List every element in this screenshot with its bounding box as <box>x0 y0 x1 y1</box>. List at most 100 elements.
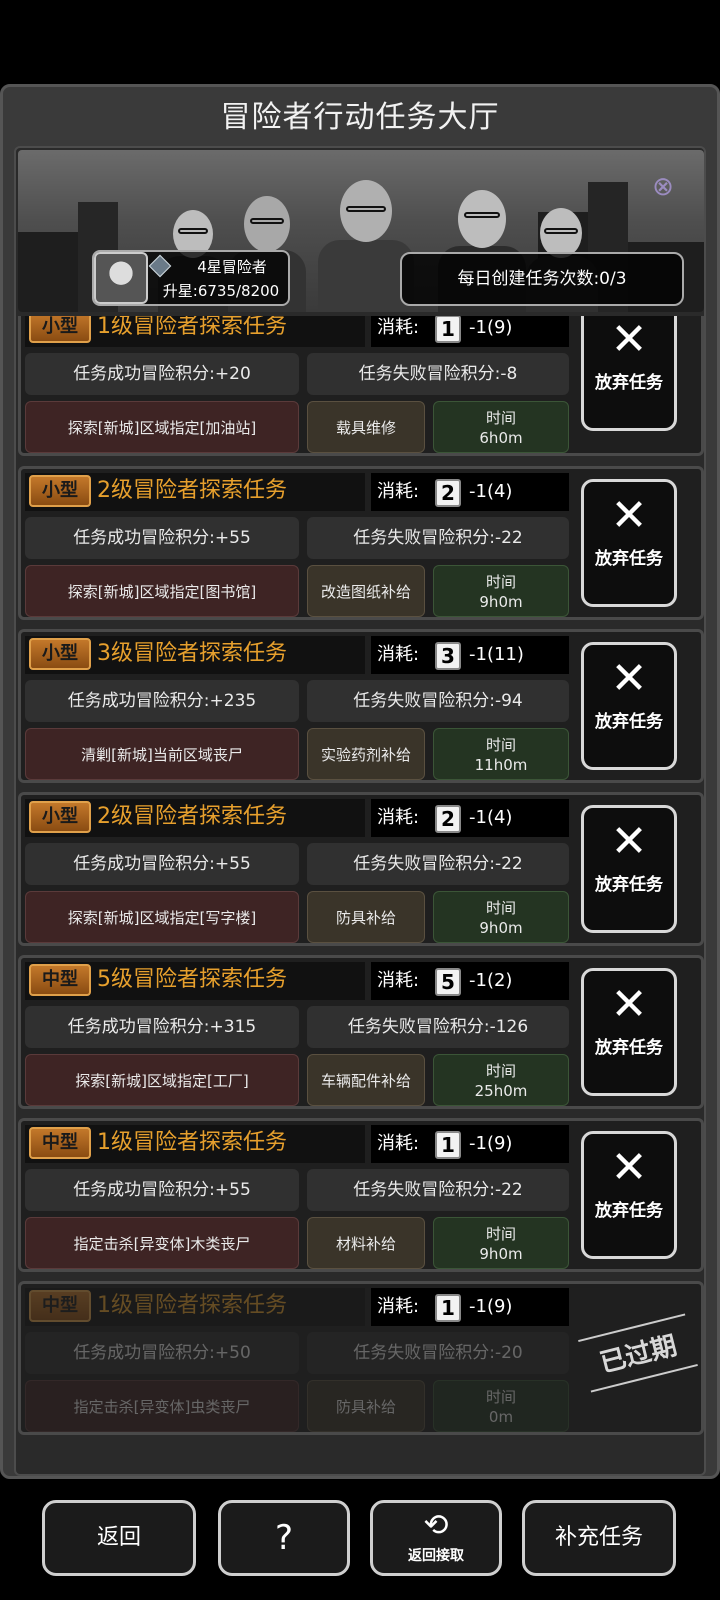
cost-label: 消耗: <box>377 970 420 991</box>
level-card-icon: 1 <box>435 316 461 343</box>
task-type-badge: 小型 <box>29 638 91 670</box>
fail-points: 任务失败冒险积分:-94 <box>307 680 569 722</box>
abandon-task-button[interactable]: ✕ 放弃任务 <box>581 479 677 607</box>
task-cost: 消耗: 2 -1(4) <box>371 799 569 837</box>
task-time: 时间 0m <box>433 1380 569 1432</box>
cost-label: 消耗: <box>377 644 420 665</box>
task-time: 时间 9h0m <box>433 1217 569 1269</box>
task-reward: 载具维修 <box>307 401 425 453</box>
close-icon: ✕ <box>610 1142 648 1193</box>
task-card-expired: 中型 1级冒险者探索任务 任务成功冒险积分:+50 任务失败冒险积分:-20 指… <box>18 1281 704 1435</box>
task-title: 1级冒险者探索任务 <box>97 1293 287 1318</box>
task-card: 中型 5级冒险者探索任务 消耗: 5 -1(2) 任务成功冒险积分:+315 任… <box>18 955 704 1109</box>
task-card: 小型 2级冒险者探索任务 消耗: 2 -1(4) 任务成功冒险积分:+55 任务… <box>18 792 704 946</box>
abandon-task-button[interactable]: ✕ 放弃任务 <box>581 642 677 770</box>
time-value: 25h0m <box>474 1082 528 1100</box>
help-button[interactable]: ? <box>218 1500 350 1576</box>
task-location: 探索[新城]区域指定[加油站] <box>25 401 299 453</box>
task-title: 1级冒险者探索任务 <box>97 1130 287 1155</box>
task-reward: 实验药剂补给 <box>307 728 425 780</box>
close-icon: ✕ <box>610 316 648 365</box>
task-cost: 消耗: 1 -1(9) <box>371 316 569 347</box>
task-cost: 消耗: 1 -1(9) <box>371 1288 569 1326</box>
abandon-task-button[interactable]: ✕ 放弃任务 <box>581 316 677 431</box>
time-label: 时间 <box>485 1388 516 1406</box>
cost-label: 消耗: <box>377 1133 420 1154</box>
back-label: 返回 <box>96 1525 141 1550</box>
cost-label: 消耗: <box>377 1296 420 1317</box>
task-location: 探索[新城]区域指定[图书馆] <box>25 565 299 617</box>
close-icon: ✕ <box>610 816 648 867</box>
back-button[interactable]: 返回 <box>42 1500 196 1576</box>
help-map-icon: ? <box>274 1518 294 1558</box>
cost-value: -1(9) <box>469 1296 513 1317</box>
task-time: 时间 9h0m <box>433 891 569 943</box>
return-accept-button[interactable]: ⟲ 返回接取 <box>370 1500 502 1576</box>
return-arrow-icon: ⟲ <box>423 1508 449 1543</box>
fail-points: 任务失败冒险积分:-20 <box>307 1332 569 1374</box>
success-points: 任务成功冒险积分:+50 <box>25 1332 299 1374</box>
time-value: 9h0m <box>479 593 523 611</box>
task-cost: 消耗: 2 -1(4) <box>371 473 569 511</box>
fail-points: 任务失败冒险积分:-22 <box>307 843 569 885</box>
task-title: 2级冒险者探索任务 <box>97 478 287 503</box>
cost-value: -1(11) <box>469 644 524 665</box>
success-points: 任务成功冒险积分:+55 <box>25 517 299 559</box>
task-card: 中型 1级冒险者探索任务 消耗: 1 -1(9) 任务成功冒险积分:+55 任务… <box>18 1118 704 1272</box>
task-card: 小型 2级冒险者探索任务 消耗: 2 -1(4) 任务成功冒险积分:+55 任务… <box>18 466 704 620</box>
success-points: 任务成功冒险积分:+55 <box>25 843 299 885</box>
level-card-icon: 3 <box>435 642 461 670</box>
task-location: 指定击杀[异变体]木类丧尸 <box>25 1217 299 1269</box>
cost-value: -1(9) <box>469 317 513 338</box>
add-task-button[interactable]: 补充任务 <box>522 1500 676 1576</box>
task-cost: 消耗: 3 -1(11) <box>371 636 569 674</box>
task-reward: 车辆配件补给 <box>307 1054 425 1106</box>
abandon-task-button[interactable]: ✕ 放弃任务 <box>581 968 677 1096</box>
level-card-icon: 2 <box>435 805 461 833</box>
expired-stamp: 已过期 <box>578 1313 698 1393</box>
cost-label: 消耗: <box>377 807 420 828</box>
time-value: 0m <box>488 1408 514 1426</box>
fail-points: 任务失败冒险积分:-8 <box>307 353 569 395</box>
task-card: 小型 1级冒险者探索任务 消耗: 1 -1(9) 任务成功冒险积分:+20 任务… <box>18 316 704 456</box>
abandon-label: 放弃任务 <box>595 373 663 393</box>
time-label: 时间 <box>485 1062 516 1080</box>
success-points: 任务成功冒险积分:+55 <box>25 1169 299 1211</box>
cost-value: -1(9) <box>469 1133 513 1154</box>
success-points: 任务成功冒险积分:+315 <box>25 1006 299 1048</box>
level-card-icon: 5 <box>435 968 461 996</box>
time-label: 时间 <box>485 573 516 591</box>
task-location: 探索[新城]区域指定[写字楼] <box>25 891 299 943</box>
task-reward: 防具补给 <box>307 891 425 943</box>
task-time: 时间 9h0m <box>433 565 569 617</box>
task-time: 时间 25h0m <box>433 1054 569 1106</box>
time-label: 时间 <box>485 409 516 427</box>
task-type-badge: 中型 <box>29 1290 91 1322</box>
abandon-task-button[interactable]: ✕ 放弃任务 <box>581 805 677 933</box>
rank-label: 4星冒险者 <box>197 258 267 276</box>
close-icon: ✕ <box>610 490 648 541</box>
cost-value: -1(2) <box>469 970 513 991</box>
avatar <box>94 252 148 304</box>
time-label: 时间 <box>485 736 516 754</box>
task-title: 5级冒险者探索任务 <box>97 967 287 992</box>
task-list[interactable]: 小型 1级冒险者探索任务 消耗: 1 -1(9) 任务成功冒险积分:+20 任务… <box>18 316 704 1468</box>
add-task-label: 补充任务 <box>554 1525 643 1550</box>
task-card: 小型 3级冒险者探索任务 消耗: 3 -1(11) 任务成功冒险积分:+235 … <box>18 629 704 783</box>
level-card-icon: 1 <box>435 1294 461 1322</box>
success-points: 任务成功冒险积分:+235 <box>25 680 299 722</box>
abandon-task-button[interactable]: ✕ 放弃任务 <box>581 1131 677 1259</box>
page-title: 冒险者行动任务大厅 <box>220 100 500 135</box>
task-location: 探索[新城]区域指定[工厂] <box>25 1054 299 1106</box>
task-hall-screen: { "header": { "title": "冒险者行动任务大厅" }, "p… <box>0 0 720 1600</box>
cost-label: 消耗: <box>377 481 420 502</box>
task-title: 3级冒险者探索任务 <box>97 641 287 666</box>
cost-value: -1(4) <box>469 807 513 828</box>
time-value: 9h0m <box>479 919 523 937</box>
faction-emblem-icon: ⊗ <box>652 172 674 202</box>
success-points: 任务成功冒险积分:+20 <box>25 353 299 395</box>
daily-create-count: 每日创建任务次数:0/3 <box>400 252 684 306</box>
return-accept-label: 返回接取 <box>408 1548 464 1564</box>
fail-points: 任务失败冒险积分:-22 <box>307 517 569 559</box>
task-cost: 消耗: 1 -1(9) <box>371 1125 569 1163</box>
